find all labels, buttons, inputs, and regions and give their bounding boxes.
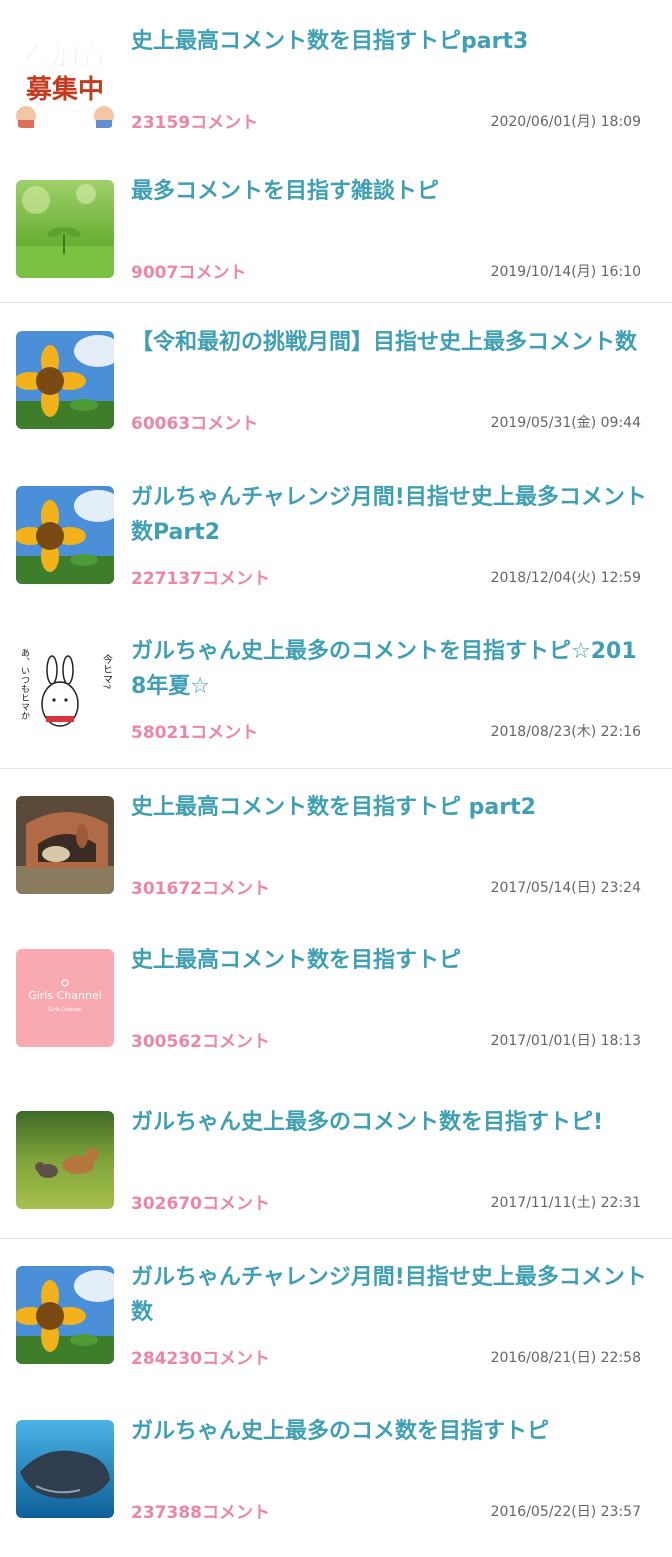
topic-item[interactable]: 【令和最初の挑戦月間】目指せ史上最多コメント数 60063コメント 2019/0… <box>0 330 672 434</box>
comment-count: 237388コメント <box>131 1503 270 1523</box>
topic-item[interactable]: ガルちゃんチャレンジ月間!目指せ史上最多コメント数 284230コメント 201… <box>0 1265 672 1369</box>
comment-count: 284230コメント <box>131 1349 270 1369</box>
divider <box>0 1238 672 1239</box>
topic-title[interactable]: ガルちゃんチャレンジ月間!目指せ史上最多コメント数Part2 <box>131 480 651 550</box>
topic-title[interactable]: 史上最高コメント数を目指すトピ part2 <box>131 790 651 825</box>
topic-item[interactable]: 最多コメントを目指す雑談トピ 9007コメント 2019/10/14(月) 16… <box>0 179 672 283</box>
hamster-photo-thumbnail[interactable] <box>16 796 114 894</box>
comment-count: 23159コメント <box>131 113 259 133</box>
topic-item[interactable]: 今ヒマ? あ、いつもヒマか ガルちゃん史上最多のコメントを目指すトピ☆2018年… <box>0 639 672 743</box>
post-date: 2016/05/22(日) 23:57 <box>490 1504 641 1520</box>
post-date: 2019/05/31(金) 09:44 <box>490 415 641 431</box>
post-date: 2018/12/04(火) 12:59 <box>490 570 641 586</box>
divider <box>0 302 672 303</box>
topic-title[interactable]: ガルちゃんチャレンジ月間!目指せ史上最多コメント数 <box>131 1260 651 1330</box>
divider <box>0 768 672 769</box>
thumbnail-text-top: 参加者 <box>23 38 107 71</box>
comment-count: 227137コメント <box>131 569 270 589</box>
topic-title[interactable]: 史上最高コメント数を目指すトピ <box>131 943 651 978</box>
post-date: 2020/06/01(月) 18:09 <box>490 114 641 130</box>
post-date: 2019/10/14(月) 16:10 <box>490 264 641 280</box>
sunflower-photo-thumbnail[interactable] <box>16 486 114 584</box>
topic-title[interactable]: ガルちゃん史上最多のコメントを目指すトピ☆2018年夏☆ <box>131 634 651 704</box>
topic-title[interactable]: ガルちゃん史上最多のコメ数を目指すトピ <box>131 1414 651 1449</box>
post-date: 2017/01/01(日) 18:13 <box>490 1033 641 1049</box>
comment-count: 60063コメント <box>131 414 259 434</box>
post-date: 2017/05/14(日) 23:24 <box>490 880 641 896</box>
topic-title[interactable]: ガルちゃん史上最多のコメント数を目指すトピ! <box>131 1105 651 1140</box>
post-date: 2017/11/11(土) 22:31 <box>490 1195 641 1211</box>
thumbnail-text-bottom: 募集中 <box>25 74 104 105</box>
topic-item[interactable]: ガルちゃん史上最多のコメント数を目指すトピ! 302670コメント 2017/1… <box>0 1110 672 1214</box>
comment-count: 300562コメント <box>131 1032 270 1052</box>
topic-title[interactable]: 最多コメントを目指す雑談トピ <box>131 174 651 209</box>
topic-title[interactable]: 【令和最初の挑戦月間】目指せ史上最多コメント数 <box>131 325 651 360</box>
logo-text: Girls Channel <box>28 989 102 1002</box>
sunflower-photo-thumbnail[interactable] <box>16 1266 114 1364</box>
thumbnail-text-right: 今ヒマ? <box>101 653 113 690</box>
comment-count: 9007コメント <box>131 263 247 283</box>
girls-channel-logo-thumbnail[interactable]: Girls Channel Girls Channel <box>16 949 114 1047</box>
topic-item[interactable]: ガルちゃんチャレンジ月間!目指せ史上最多コメント数Part2 227137コメン… <box>0 485 672 589</box>
post-date: 2016/08/21(日) 22:58 <box>490 1350 641 1366</box>
comment-count: 58021コメント <box>131 723 259 743</box>
whale-photo-thumbnail[interactable] <box>16 1420 114 1518</box>
topic-title[interactable]: 史上最高コメント数を目指すトピpart3 <box>131 24 651 59</box>
post-date: 2018/08/23(木) 22:16 <box>490 724 641 740</box>
thumbnail-text-left: あ、いつもヒマか <box>19 648 30 720</box>
logo-subtext: Girls Channel <box>48 1007 81 1013</box>
topic-item[interactable]: 参加者 募集中 史上最高コメント数を目指すトピpart3 23159コメント 2… <box>0 29 672 133</box>
topic-item[interactable]: Girls Channel Girls Channel 史上最高コメント数を目指… <box>0 948 672 1052</box>
recruiting-illustration-thumbnail[interactable]: 参加者 募集中 <box>16 30 114 128</box>
dogs-photo-thumbnail[interactable] <box>16 1111 114 1209</box>
comment-count: 301672コメント <box>131 879 270 899</box>
topic-list: 参加者 募集中 史上最高コメント数を目指すトピpart3 23159コメント 2… <box>0 0 672 1557</box>
sunflower-photo-thumbnail[interactable] <box>16 331 114 429</box>
topic-item[interactable]: 史上最高コメント数を目指すトピ part2 301672コメント 2017/05… <box>0 795 672 899</box>
rabbit-sticker-thumbnail[interactable]: 今ヒマ? あ、いつもヒマか <box>16 640 114 738</box>
comment-count: 302670コメント <box>131 1194 270 1214</box>
topic-item[interactable]: ガルちゃん史上最多のコメ数を目指すトピ 237388コメント 2016/05/2… <box>0 1419 672 1523</box>
sprout-photo-thumbnail[interactable] <box>16 180 114 278</box>
